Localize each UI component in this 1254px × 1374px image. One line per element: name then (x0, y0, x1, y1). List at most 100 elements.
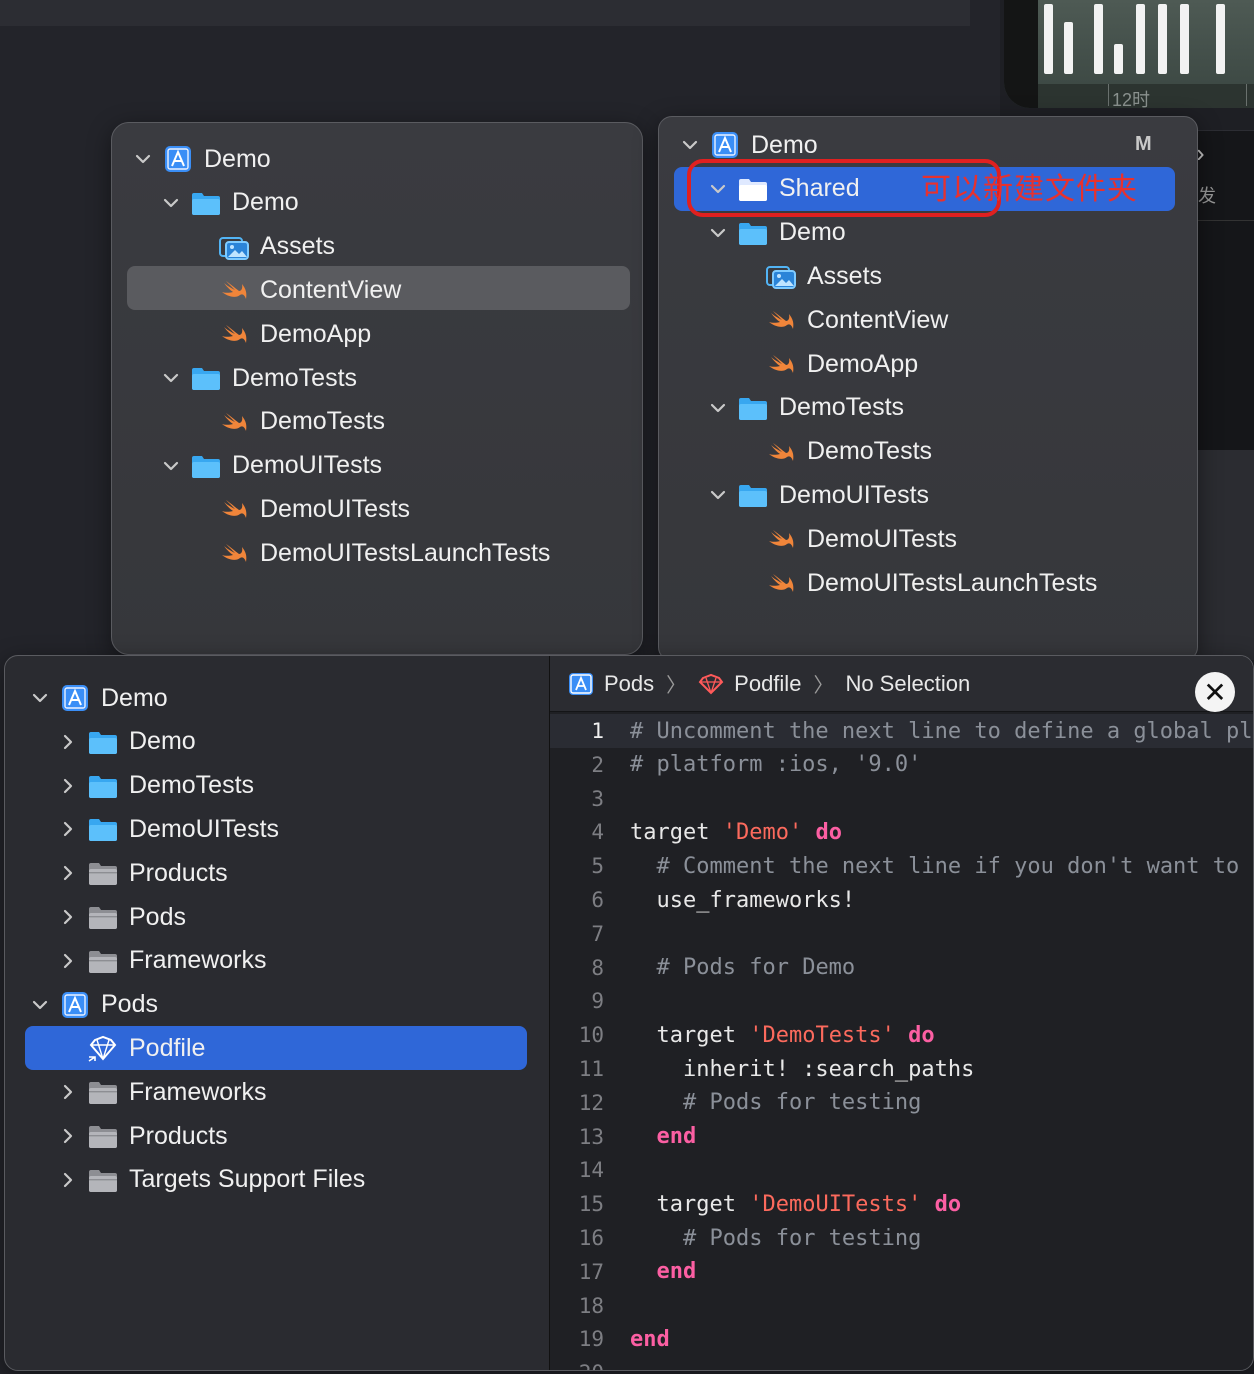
code-line[interactable]: 20 (550, 1356, 1253, 1370)
code-line[interactable]: 14 (550, 1153, 1253, 1187)
chevron-down-icon[interactable] (709, 399, 727, 417)
annotation-text: 可以新建文件夹 (921, 172, 1138, 207)
breadcrumb-podfile[interactable]: Podfile (734, 671, 801, 697)
tree-row-demouitests[interactable]: DemoUITests (190, 487, 410, 531)
tree-row-demotests[interactable]: DemoTests (737, 430, 932, 474)
code-line[interactable]: 10 target 'DemoTests' do (550, 1018, 1253, 1052)
chevron-right-icon[interactable] (59, 908, 77, 926)
line-number: 3 (591, 786, 604, 811)
chevron-right-icon[interactable] (59, 777, 77, 795)
breadcrumb-selection[interactable]: No Selection (845, 671, 970, 697)
tree-row-demotests[interactable]: DemoTests (59, 764, 254, 808)
code-line[interactable]: 19 end (550, 1322, 1253, 1356)
tree-row-products[interactable]: Products (59, 851, 228, 895)
code-line[interactable]: 15 target 'DemoUITests' do (550, 1187, 1253, 1221)
tree-row-demoapp[interactable]: DemoApp (190, 312, 371, 356)
code-line[interactable]: 5 # Comment the next line if you don't w… (550, 849, 1253, 883)
tree-row-demo[interactable]: Demo (709, 211, 846, 255)
widget-bar (1114, 44, 1123, 74)
tree-row-demotests[interactable]: DemoTests (709, 386, 904, 430)
code-line[interactable]: 3 (550, 782, 1253, 816)
tree-row-demo[interactable]: Demo (162, 181, 299, 225)
tree-row-demo[interactable]: Demo (31, 676, 168, 720)
chevron-down-icon[interactable] (134, 150, 152, 168)
breadcrumb-separator: 〉 (813, 675, 834, 697)
chevron-down-icon[interactable] (709, 486, 727, 504)
chevron-down-icon[interactable] (709, 224, 727, 242)
swift-icon (765, 350, 797, 378)
tree-row-assets[interactable]: Assets (190, 225, 335, 269)
chevron-down-icon[interactable] (162, 369, 180, 387)
tree-row-demotests[interactable]: DemoTests (162, 356, 357, 400)
tree-row-label: DemoTests (129, 771, 255, 800)
code-text: # Pods for testing (630, 1090, 921, 1115)
line-number: 15 (578, 1192, 604, 1217)
tree-row-label: Assets (260, 232, 336, 261)
tree-row-demotests[interactable]: DemoTests (190, 400, 385, 444)
tree-row-demo[interactable]: Demo (134, 137, 271, 181)
tree-row-pods[interactable]: Pods (59, 895, 186, 939)
swift-icon (765, 525, 797, 553)
tree-row-pods[interactable]: Pods (31, 983, 158, 1027)
tree-row-demo[interactable]: Demo (59, 720, 196, 764)
tree-row-podfile[interactable]: Podfile (59, 1026, 205, 1070)
code-keyword: do (815, 819, 842, 845)
tree-row-contentview[interactable]: ContentView (190, 268, 401, 312)
chevron-right-icon[interactable] (59, 952, 77, 970)
code-line[interactable]: 4 target 'Demo' do (550, 815, 1253, 849)
tree-row-contentview[interactable]: ContentView (737, 298, 948, 342)
tree-row-demouitests[interactable]: DemoUITests (709, 473, 929, 517)
line-number: 8 (591, 955, 604, 980)
tree-row-label: Frameworks (129, 1077, 267, 1106)
xcode-window: Demo Demo DemoTests DemoUITests Products Pods… (4, 655, 1254, 1371)
chevron-down-icon[interactable] (31, 689, 49, 707)
line-number: 7 (591, 921, 604, 946)
code-text: end (630, 1124, 697, 1149)
close-icon[interactable]: ✕ (1195, 672, 1235, 712)
code-line[interactable]: 16 # Pods for testing (550, 1221, 1253, 1255)
tree-row-frameworks[interactable]: Frameworks (59, 939, 267, 983)
folder-blue-icon (190, 364, 222, 392)
tree-row-targets-support-files[interactable]: Targets Support Files (59, 1158, 365, 1202)
swift-icon (218, 408, 250, 436)
ruby-icon (698, 672, 724, 696)
chevron-down-icon[interactable] (162, 457, 180, 475)
code-comment: # Comment the next line if you don't wan… (656, 853, 1254, 879)
tree-row-products[interactable]: Products (59, 1114, 228, 1158)
chevron-right-icon[interactable] (59, 1171, 77, 1189)
source-editor[interactable]: Pods 〉 Podfile 〉 No Selection ✕ 1 # Uncom… (549, 656, 1253, 1370)
chevron-right-icon[interactable] (59, 1127, 77, 1145)
tree-row-label: DemoTests (232, 363, 358, 392)
tree-row-assets[interactable]: Assets (737, 254, 882, 298)
code-line[interactable]: 8 # Pods for Demo (550, 951, 1253, 985)
code-line[interactable]: 17 end (550, 1255, 1253, 1289)
chevron-down-icon[interactable] (31, 996, 49, 1014)
tree-row-demouitests[interactable]: DemoUITests (737, 517, 957, 561)
code-line[interactable]: 13 end (550, 1120, 1253, 1154)
tree-row-demouitests[interactable]: DemoUITests (59, 807, 279, 851)
code-line[interactable]: 12 # Pods for testing (550, 1086, 1253, 1120)
chevron-right-icon[interactable] (59, 733, 77, 751)
code-area[interactable]: 1 # Uncomment the next line to define a g… (550, 714, 1253, 1370)
code-line[interactable]: 9 (550, 984, 1253, 1018)
breadcrumb-pods[interactable]: Pods (604, 671, 654, 697)
code-line[interactable]: 1 # Uncomment the next line to define a g… (550, 714, 1253, 748)
code-string: 'DemoTests' (749, 1022, 895, 1048)
code-line[interactable]: 2 # platform :ios, '9.0' (550, 748, 1253, 782)
tree-row-demouitestslaunchtests[interactable]: DemoUITestsLaunchTests (737, 561, 1097, 605)
tree-row-demouitestslaunchtests[interactable]: DemoUITestsLaunchTests (190, 531, 550, 575)
code-line[interactable]: 18 (550, 1289, 1253, 1323)
code-line[interactable]: 11 inherit! :search_paths (550, 1052, 1253, 1086)
chevron-right-icon[interactable] (59, 1083, 77, 1101)
tree-row-frameworks[interactable]: Frameworks (59, 1070, 267, 1114)
chevron-down-icon[interactable] (162, 194, 180, 212)
chevron-right-icon[interactable] (59, 820, 77, 838)
code-line[interactable]: 6 use_frameworks! (550, 883, 1253, 917)
chevron-down-icon[interactable] (681, 136, 699, 154)
tree-row-demouitests[interactable]: DemoUITests (162, 444, 382, 488)
code-line[interactable]: 7 (550, 917, 1253, 951)
chevron-right-icon[interactable] (59, 864, 77, 882)
tree-row-demoapp[interactable]: DemoApp (737, 342, 918, 386)
